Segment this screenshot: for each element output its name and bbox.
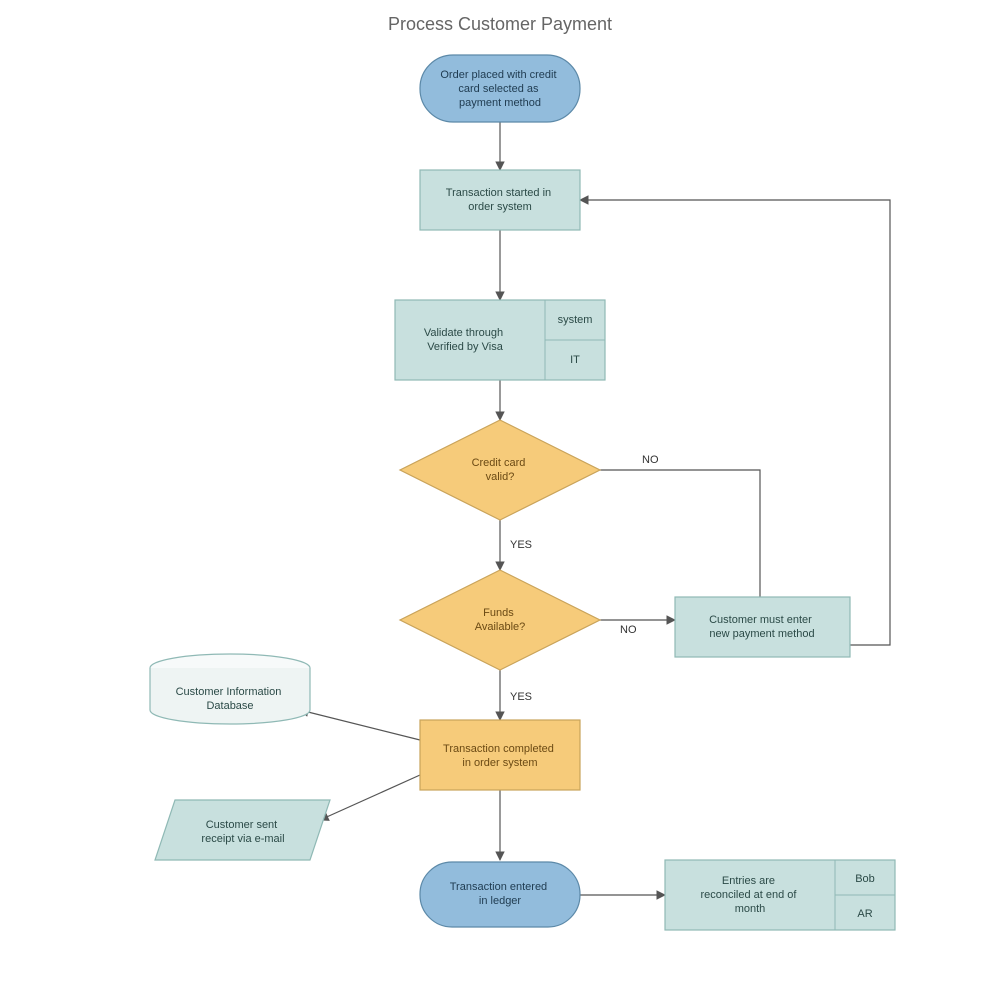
node-reconcile-line2: reconciled at end of bbox=[700, 889, 797, 901]
node-db-line2: Database bbox=[206, 700, 253, 712]
node-reconcile-line1: Entries are bbox=[722, 875, 775, 887]
node-ccvalid-line1: Credit card bbox=[472, 457, 526, 469]
node-txndone-line2: in order system bbox=[462, 757, 537, 769]
node-txndone-line1: Transaction completed bbox=[443, 743, 554, 755]
node-new-payment: Customer must enter new payment method bbox=[675, 597, 850, 657]
node-reconcile-tag2: AR bbox=[857, 908, 872, 920]
node-funds-line2: Available? bbox=[475, 621, 526, 633]
node-txn-start: Transaction started in order system bbox=[420, 170, 580, 230]
node-start: Order placed with credit card selected a… bbox=[420, 55, 580, 122]
node-db-line1: Customer Information bbox=[176, 686, 282, 698]
node-reconcile-line3: month bbox=[735, 903, 766, 915]
node-validate-line2: Verified by Visa bbox=[427, 341, 504, 353]
node-start-line1: Order placed with credit bbox=[440, 69, 556, 81]
node-database: Customer Information Database bbox=[150, 654, 310, 724]
node-newpay-line1: Customer must enter bbox=[709, 614, 812, 626]
node-receipt: Customer sent receipt via e-mail bbox=[155, 800, 330, 860]
node-reconcile: Entries are reconciled at end of month B… bbox=[665, 860, 895, 930]
edge-newpay-loopback bbox=[580, 200, 890, 645]
node-newpay-line2: new payment method bbox=[709, 628, 814, 640]
node-ledger-line1: Transaction entered bbox=[450, 881, 547, 893]
node-start-line2: card selected as bbox=[458, 83, 539, 95]
node-funds-line1: Funds bbox=[483, 607, 514, 619]
node-txn-done: Transaction completed in order system bbox=[420, 720, 580, 790]
node-txnstart-line2: order system bbox=[468, 201, 532, 213]
node-validate-tag2: IT bbox=[570, 354, 580, 366]
label-funds-yes: YES bbox=[510, 691, 532, 703]
label-ccvalid-yes: YES bbox=[510, 539, 532, 551]
node-funds: Funds Available? bbox=[400, 570, 600, 670]
node-receipt-line2: receipt via e-mail bbox=[201, 833, 284, 845]
node-validate-line1: Validate through bbox=[424, 327, 503, 339]
node-ledger-line2: in ledger bbox=[479, 895, 522, 907]
label-funds-no: NO bbox=[620, 624, 637, 636]
node-txnstart-line1: Transaction started in bbox=[446, 187, 551, 199]
node-ccvalid-line2: valid? bbox=[486, 471, 515, 483]
node-ledger: Transaction entered in ledger bbox=[420, 862, 580, 927]
node-reconcile-tag1: Bob bbox=[855, 873, 875, 885]
edge-txndone-to-db bbox=[300, 710, 420, 740]
node-cc-valid: Credit card valid? bbox=[400, 420, 600, 520]
diagram-title: Process Customer Payment bbox=[388, 14, 612, 34]
node-receipt-line1: Customer sent bbox=[206, 819, 278, 831]
node-validate-tag1: system bbox=[558, 314, 593, 326]
node-start-line3: payment method bbox=[459, 97, 541, 109]
edge-txndone-to-receipt bbox=[320, 775, 420, 820]
flowchart-canvas: Process Customer Payment YES NO NO YES O… bbox=[0, 0, 1000, 1000]
node-validate: Validate through Verified by Visa system… bbox=[395, 300, 605, 380]
label-ccvalid-no: NO bbox=[642, 454, 659, 466]
